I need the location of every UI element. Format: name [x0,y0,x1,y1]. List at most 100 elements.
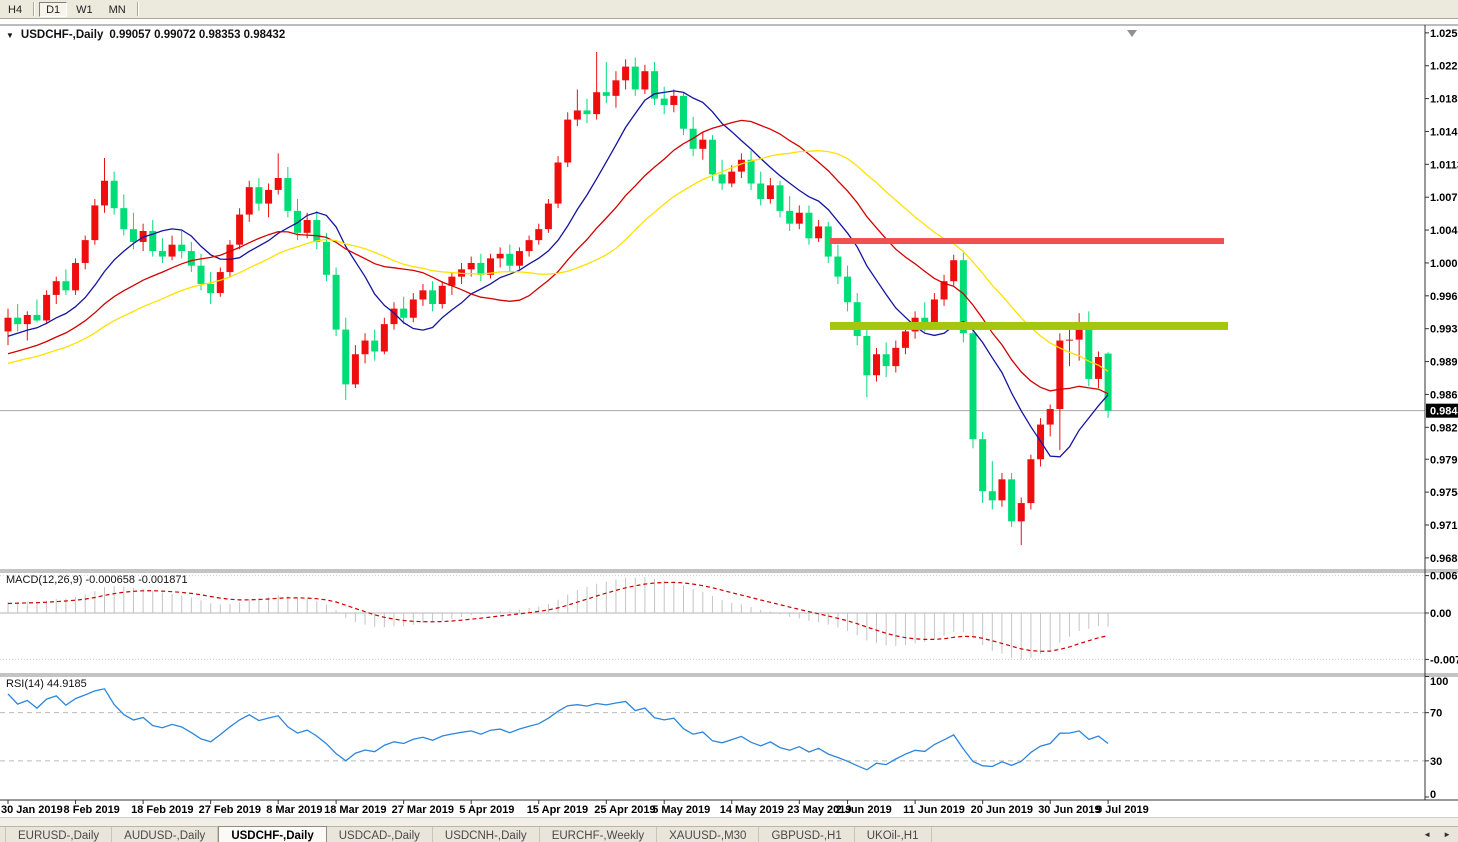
candle-body [545,204,552,230]
date-tick-label: 8 Feb 2019 [64,804,120,816]
candle-body [844,277,851,303]
candle-body [304,220,311,233]
candle-body [728,172,735,184]
candle-body [275,178,282,190]
candle-body [883,354,890,366]
candle-body [535,229,542,240]
candle-body [24,315,31,324]
macd-tick-label: -0.00761 [1430,654,1458,666]
candle-body [43,295,50,321]
tab-usdcad-daily[interactable]: USDCAD-,Daily [327,827,433,842]
tab-scroll-arrows: ◄ ► [1420,827,1458,842]
timeframe-button-w1[interactable]: W1 [69,2,100,17]
date-tick-label: 5 Apr 2019 [459,804,514,816]
tab-xauusd-m30[interactable]: XAUUSD-,M30 [657,827,759,842]
tab-audusd-daily[interactable]: AUDUSD-,Daily [112,827,218,842]
candle-body [33,315,40,320]
candle-body [767,185,774,199]
candle-body [805,213,812,239]
candle-body [352,354,359,384]
candle-body [738,160,745,172]
price-tick-label: 0.98970 [1430,357,1458,369]
date-tick-label: 14 May 2019 [720,804,784,816]
rsi-tick-label: 100 [1430,676,1448,688]
candle-body [506,254,513,266]
date-tick-label: 9 Jul 2019 [1096,804,1149,816]
candle-body [777,185,784,211]
candle-body [603,92,610,96]
candle-body [622,67,629,81]
candle-body [593,92,600,114]
candle-body [101,181,108,206]
candle-body [1085,324,1092,379]
candle-body [574,110,581,119]
tab-usdcnh-daily[interactable]: USDCNH-,Daily [433,827,540,842]
candle-body [323,242,330,275]
candle-body [400,309,407,318]
candle-body [419,290,426,299]
candle-body [333,275,340,330]
tab-ukoil-h1[interactable]: UKOil-,H1 [855,827,932,842]
price-tick-label: 0.97900 [1430,454,1458,466]
chart-dropdown-icon[interactable]: ▼ [6,31,14,40]
candle-body [1008,479,1015,521]
candle-body [313,220,320,242]
candle-body [130,229,137,242]
candle-body [246,187,253,214]
price-tick-label: 1.02210 [1430,61,1458,73]
tab-gbpusd-h1[interactable]: GBPUSD-,H1 [759,827,854,842]
candle-body [516,251,523,266]
price-tick-label: 0.97180 [1430,520,1458,532]
date-tick-label: 8 Mar 2019 [266,804,322,816]
toolbar-separator [137,2,139,16]
date-tick-label: 25 Apr 2019 [594,804,655,816]
tab-scroll-left-icon[interactable]: ◄ [1420,829,1434,841]
candle-body [699,140,706,149]
candle-body [178,245,185,251]
chart-ohlc-values: 0.99057 0.99072 0.98353 0.98432 [109,29,285,41]
tab-eurusd-daily[interactable]: EURUSD-,Daily [5,827,112,842]
candle-body [294,211,301,233]
tab-eurchf-weekly[interactable]: EURCHF-,Weekly [540,827,657,842]
candle-body [815,226,822,238]
candle-body [62,281,69,290]
timeframe-button-mn[interactable]: MN [102,2,133,17]
tab-usdchf-daily[interactable]: USDCHF-,Daily [218,826,326,842]
candle-body [82,240,89,263]
candle-body [217,272,224,293]
candle-body [979,439,986,491]
date-tick-label: 11 Jun 2019 [903,804,965,816]
candle-body [873,354,880,375]
candle-body [5,318,12,332]
candle-body [188,251,195,266]
macd-tick-label: 0.00613 [1430,571,1458,583]
candle-body [670,96,677,105]
chart-tab-bar: EURUSD-,Daily AUDUSD-,Daily USDCHF-,Dail… [0,826,1458,842]
candle-body [1047,409,1054,425]
mt4-chart-window: { "ui": { "toolbar": { "buttons": [ {"la… [0,0,1458,842]
rsi-tick-label: 70 [1430,708,1442,720]
tab-scroll-right-icon[interactable]: ► [1440,829,1454,841]
candle-body [796,213,803,224]
price-tick-label: 1.00410 [1430,225,1458,237]
candle-body [1095,357,1102,379]
candle-body [950,260,957,281]
candle-body [632,67,639,90]
candle-body [854,302,861,336]
chart-canvas[interactable]: 1.025701.022101.018501.014901.011301.007… [0,0,1458,842]
horizontal-scroll-strip[interactable] [0,818,1458,826]
candle-body [1027,459,1034,503]
candle-body [555,163,562,204]
candle-body [439,286,446,304]
timeframe-button-h4[interactable]: H4 [1,2,29,17]
rsi-tick-label: 0 [1430,789,1436,801]
date-tick-label: 15 Apr 2019 [527,804,588,816]
candle-body [159,251,166,256]
candle-body [477,263,484,275]
date-tick-label: 27 Feb 2019 [199,804,261,816]
candle-body [236,215,243,245]
candle-body [989,491,996,500]
chart-plot-area[interactable] [0,26,1425,568]
macd-indicator-label: MACD(12,26,9) -0.000658 -0.001871 [6,574,188,586]
timeframe-button-d1[interactable]: D1 [39,2,67,17]
